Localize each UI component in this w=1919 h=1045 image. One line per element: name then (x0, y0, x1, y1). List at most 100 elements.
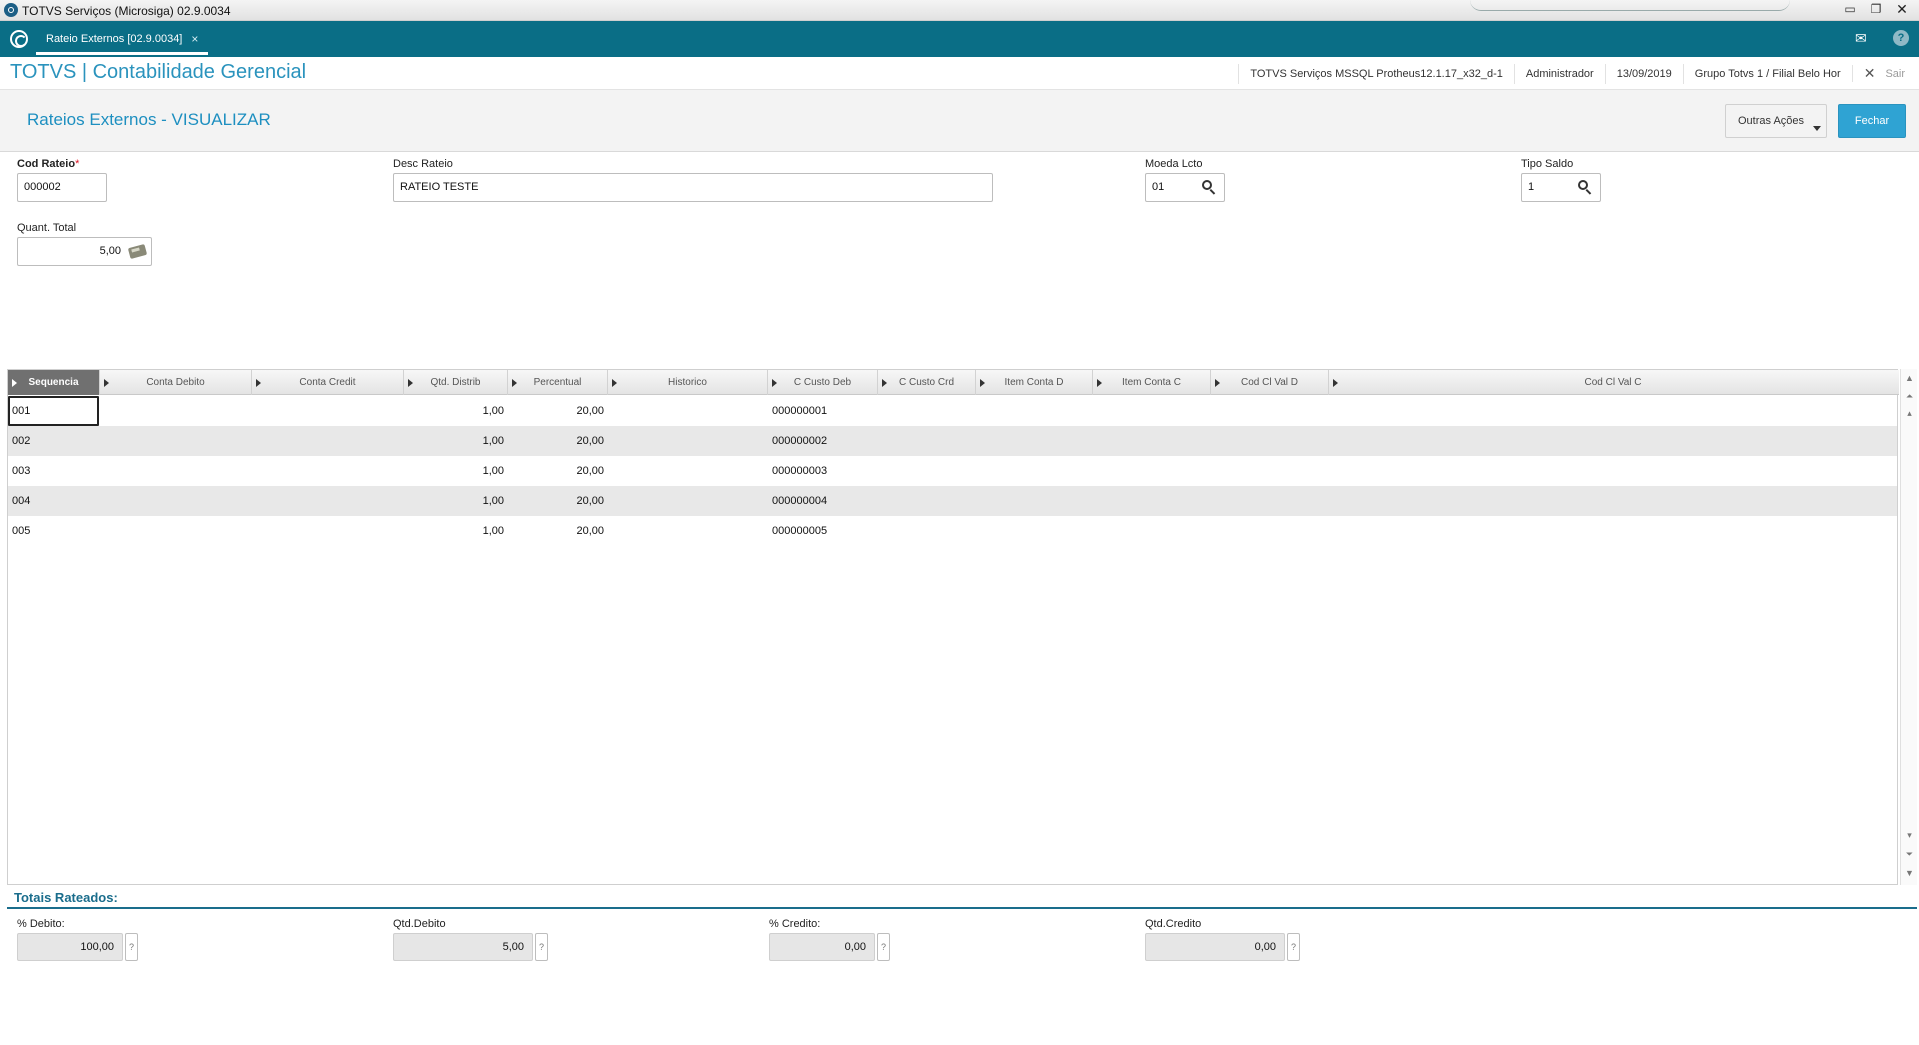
cell-c-custo-deb: 000000004 (772, 495, 828, 507)
sort-arrow-icon (512, 379, 517, 387)
column-header-historico[interactable]: Historico (608, 370, 768, 395)
cell-percentual: 20,00 (576, 405, 604, 417)
table-row[interactable]: 005 1,00 20,00 000000005 (8, 516, 1897, 546)
sort-arrow-icon (772, 379, 777, 387)
column-header-item-conta-c[interactable]: Item Conta C (1093, 370, 1211, 395)
sort-arrow-icon (1097, 379, 1102, 387)
table-row[interactable]: 003 1,00 20,00 000000003 (8, 456, 1897, 486)
cell-qtd-distrib: 1,00 (482, 435, 504, 447)
tab-label: Rateio Externos [02.9.0034] (46, 32, 183, 45)
quant-total-field[interactable]: 5,00 (17, 237, 152, 266)
close-button[interactable]: Fechar (1838, 104, 1906, 138)
environment-label: TOTVS Serviços MSSQL Protheus12.1.17_x32… (1238, 63, 1514, 84)
totvs-logo-icon (4, 3, 18, 17)
totals-divider (7, 907, 1917, 909)
close-icon: ✕ (1863, 65, 1876, 81)
column-header-conta-credit[interactable]: Conta Credit (252, 370, 404, 395)
mail-icon[interactable]: ✉ (1855, 30, 1867, 47)
tab-close-icon[interactable]: × (191, 32, 198, 46)
cell-sequencia: 004 (12, 495, 31, 507)
table-row[interactable]: 004 1,00 20,00 000000004 (8, 486, 1897, 516)
column-header-sequencia[interactable]: Sequencia (8, 370, 100, 395)
sort-arrow-icon (1333, 379, 1338, 387)
column-header-c-custo-crd[interactable]: C Custo Crd (878, 370, 976, 395)
help-icon[interactable]: ? (877, 933, 890, 961)
column-header-qtd-distrib[interactable]: Qtd. Distrib (404, 370, 508, 395)
scroll-bottom-icon[interactable]: ▼ (1901, 866, 1918, 880)
column-header-item-conta-d[interactable]: Item Conta D (976, 370, 1093, 395)
perc-credito-label: % Credito: (769, 918, 821, 930)
column-header-conta-debito[interactable]: Conta Debito (100, 370, 252, 395)
user-label[interactable]: Administrador (1513, 63, 1605, 84)
page-title: Rateios Externos - VISUALIZAR (27, 110, 271, 129)
moeda-lcto-label: Moeda Lcto (1145, 158, 1203, 170)
column-header-percentual[interactable]: Percentual (508, 370, 608, 395)
app-tab-bar: Rateio Externos [02.9.0034] × ✉ ? (0, 21, 1919, 57)
cell-sequencia: 003 (12, 465, 31, 477)
exit-label: Sair (1885, 67, 1905, 80)
window-title: TOTVS Serviços (Microsiga) 02.9.0034 (22, 4, 231, 18)
totals-title: Totais Rateados: (14, 890, 118, 905)
sort-arrow-icon (12, 379, 17, 387)
search-icon[interactable] (1202, 180, 1216, 195)
grid-header: Sequencia Conta Debito Conta Credit Qtd.… (8, 370, 1899, 395)
quant-total-label: Quant. Total (17, 222, 77, 234)
date-label[interactable]: 13/09/2019 (1604, 63, 1683, 84)
qtd-credito-label: Qtd.Credito (1145, 918, 1202, 930)
sort-arrow-icon (256, 379, 261, 387)
session-info: TOTVS Serviços MSSQL Protheus12.1.17_x32… (1238, 57, 1919, 90)
perc-credito-field: 0,00 (769, 933, 875, 961)
home-icon[interactable] (10, 30, 28, 48)
column-header-c-custo-deb[interactable]: C Custo Deb (768, 370, 878, 395)
desc-rateio-field[interactable]: RATEIO TESTE (393, 173, 993, 202)
table-row[interactable]: 002 1,00 20,00 000000002 (8, 426, 1897, 456)
quant-total-value: 5,00 (99, 245, 121, 257)
cell-percentual: 20,00 (576, 465, 604, 477)
help-icon[interactable]: ? (535, 933, 548, 961)
scroll-page-up-icon[interactable]: ⏶ (1901, 389, 1918, 403)
exit-button[interactable]: ✕ Sair (1851, 65, 1919, 82)
scroll-up-icon[interactable]: ▴ (1901, 406, 1918, 420)
moeda-lcto-field[interactable]: 01 (1145, 173, 1225, 202)
scroll-top-icon[interactable]: ▲ (1901, 371, 1918, 385)
close-window-button[interactable]: ✕ (1889, 1, 1915, 19)
cell-sequencia: 005 (12, 525, 31, 537)
calculator-icon[interactable] (127, 243, 148, 260)
search-icon[interactable] (1578, 180, 1592, 195)
help-icon[interactable]: ? (1287, 933, 1300, 961)
grid-scrollbar[interactable]: ▲ ⏶ ▴ ▾ ⏷ ▼ (1900, 369, 1917, 885)
tab-rateio-externos[interactable]: Rateio Externos [02.9.0034] × (36, 25, 209, 55)
rateio-grid[interactable]: Sequencia Conta Debito Conta Credit Qtd.… (7, 369, 1899, 885)
cell-c-custo-deb: 000000001 (772, 405, 828, 417)
cod-rateio-label: Cod Rateio* (17, 158, 80, 170)
app-window: TOTVS Serviços (Microsiga) 02.9.0034 ▭ ❐… (0, 0, 1919, 1045)
other-actions-button[interactable]: Outras Ações (1725, 104, 1827, 138)
column-header-cod-cl-val-d[interactable]: Cod Cl Val D (1211, 370, 1329, 395)
column-header-cod-cl-val-c[interactable]: Cod Cl Val C (1329, 370, 1897, 395)
perc-debito-label: % Debito: (17, 918, 65, 930)
moeda-lcto-value: 01 (1152, 181, 1165, 193)
branch-label[interactable]: Grupo Totvs 1 / Filial Belo Hor (1682, 63, 1852, 84)
cell-c-custo-deb: 000000005 (772, 525, 828, 537)
sort-arrow-icon (408, 379, 413, 387)
cell-percentual: 20,00 (576, 435, 604, 447)
maximize-button[interactable]: ❐ (1863, 1, 1889, 19)
cod-rateio-field[interactable]: 000002 (17, 173, 107, 202)
sort-arrow-icon (1215, 379, 1220, 387)
os-titlebar: TOTVS Serviços (Microsiga) 02.9.0034 ▭ ❐… (0, 0, 1919, 21)
sort-arrow-icon (882, 379, 887, 387)
cell-percentual: 20,00 (576, 495, 604, 507)
module-title: TOTVS | Contabilidade Gerencial (10, 61, 307, 83)
desc-rateio-label: Desc Rateio (393, 158, 453, 170)
tipo-saldo-field[interactable]: 1 (1521, 173, 1601, 202)
cell-sequencia: 001 (12, 405, 31, 417)
minimize-button[interactable]: ▭ (1837, 1, 1863, 19)
scroll-page-down-icon[interactable]: ⏷ (1901, 847, 1918, 861)
scroll-down-icon[interactable]: ▾ (1901, 828, 1918, 842)
cell-c-custo-deb: 000000002 (772, 435, 828, 447)
table-row[interactable]: 001 1,00 20,00 000000001 (8, 396, 1897, 426)
help-icon[interactable]: ? (1893, 30, 1909, 46)
help-icon[interactable]: ? (125, 933, 138, 961)
cell-c-custo-deb: 000000003 (772, 465, 828, 477)
qtd-debito-label: Qtd.Debito (393, 918, 446, 930)
